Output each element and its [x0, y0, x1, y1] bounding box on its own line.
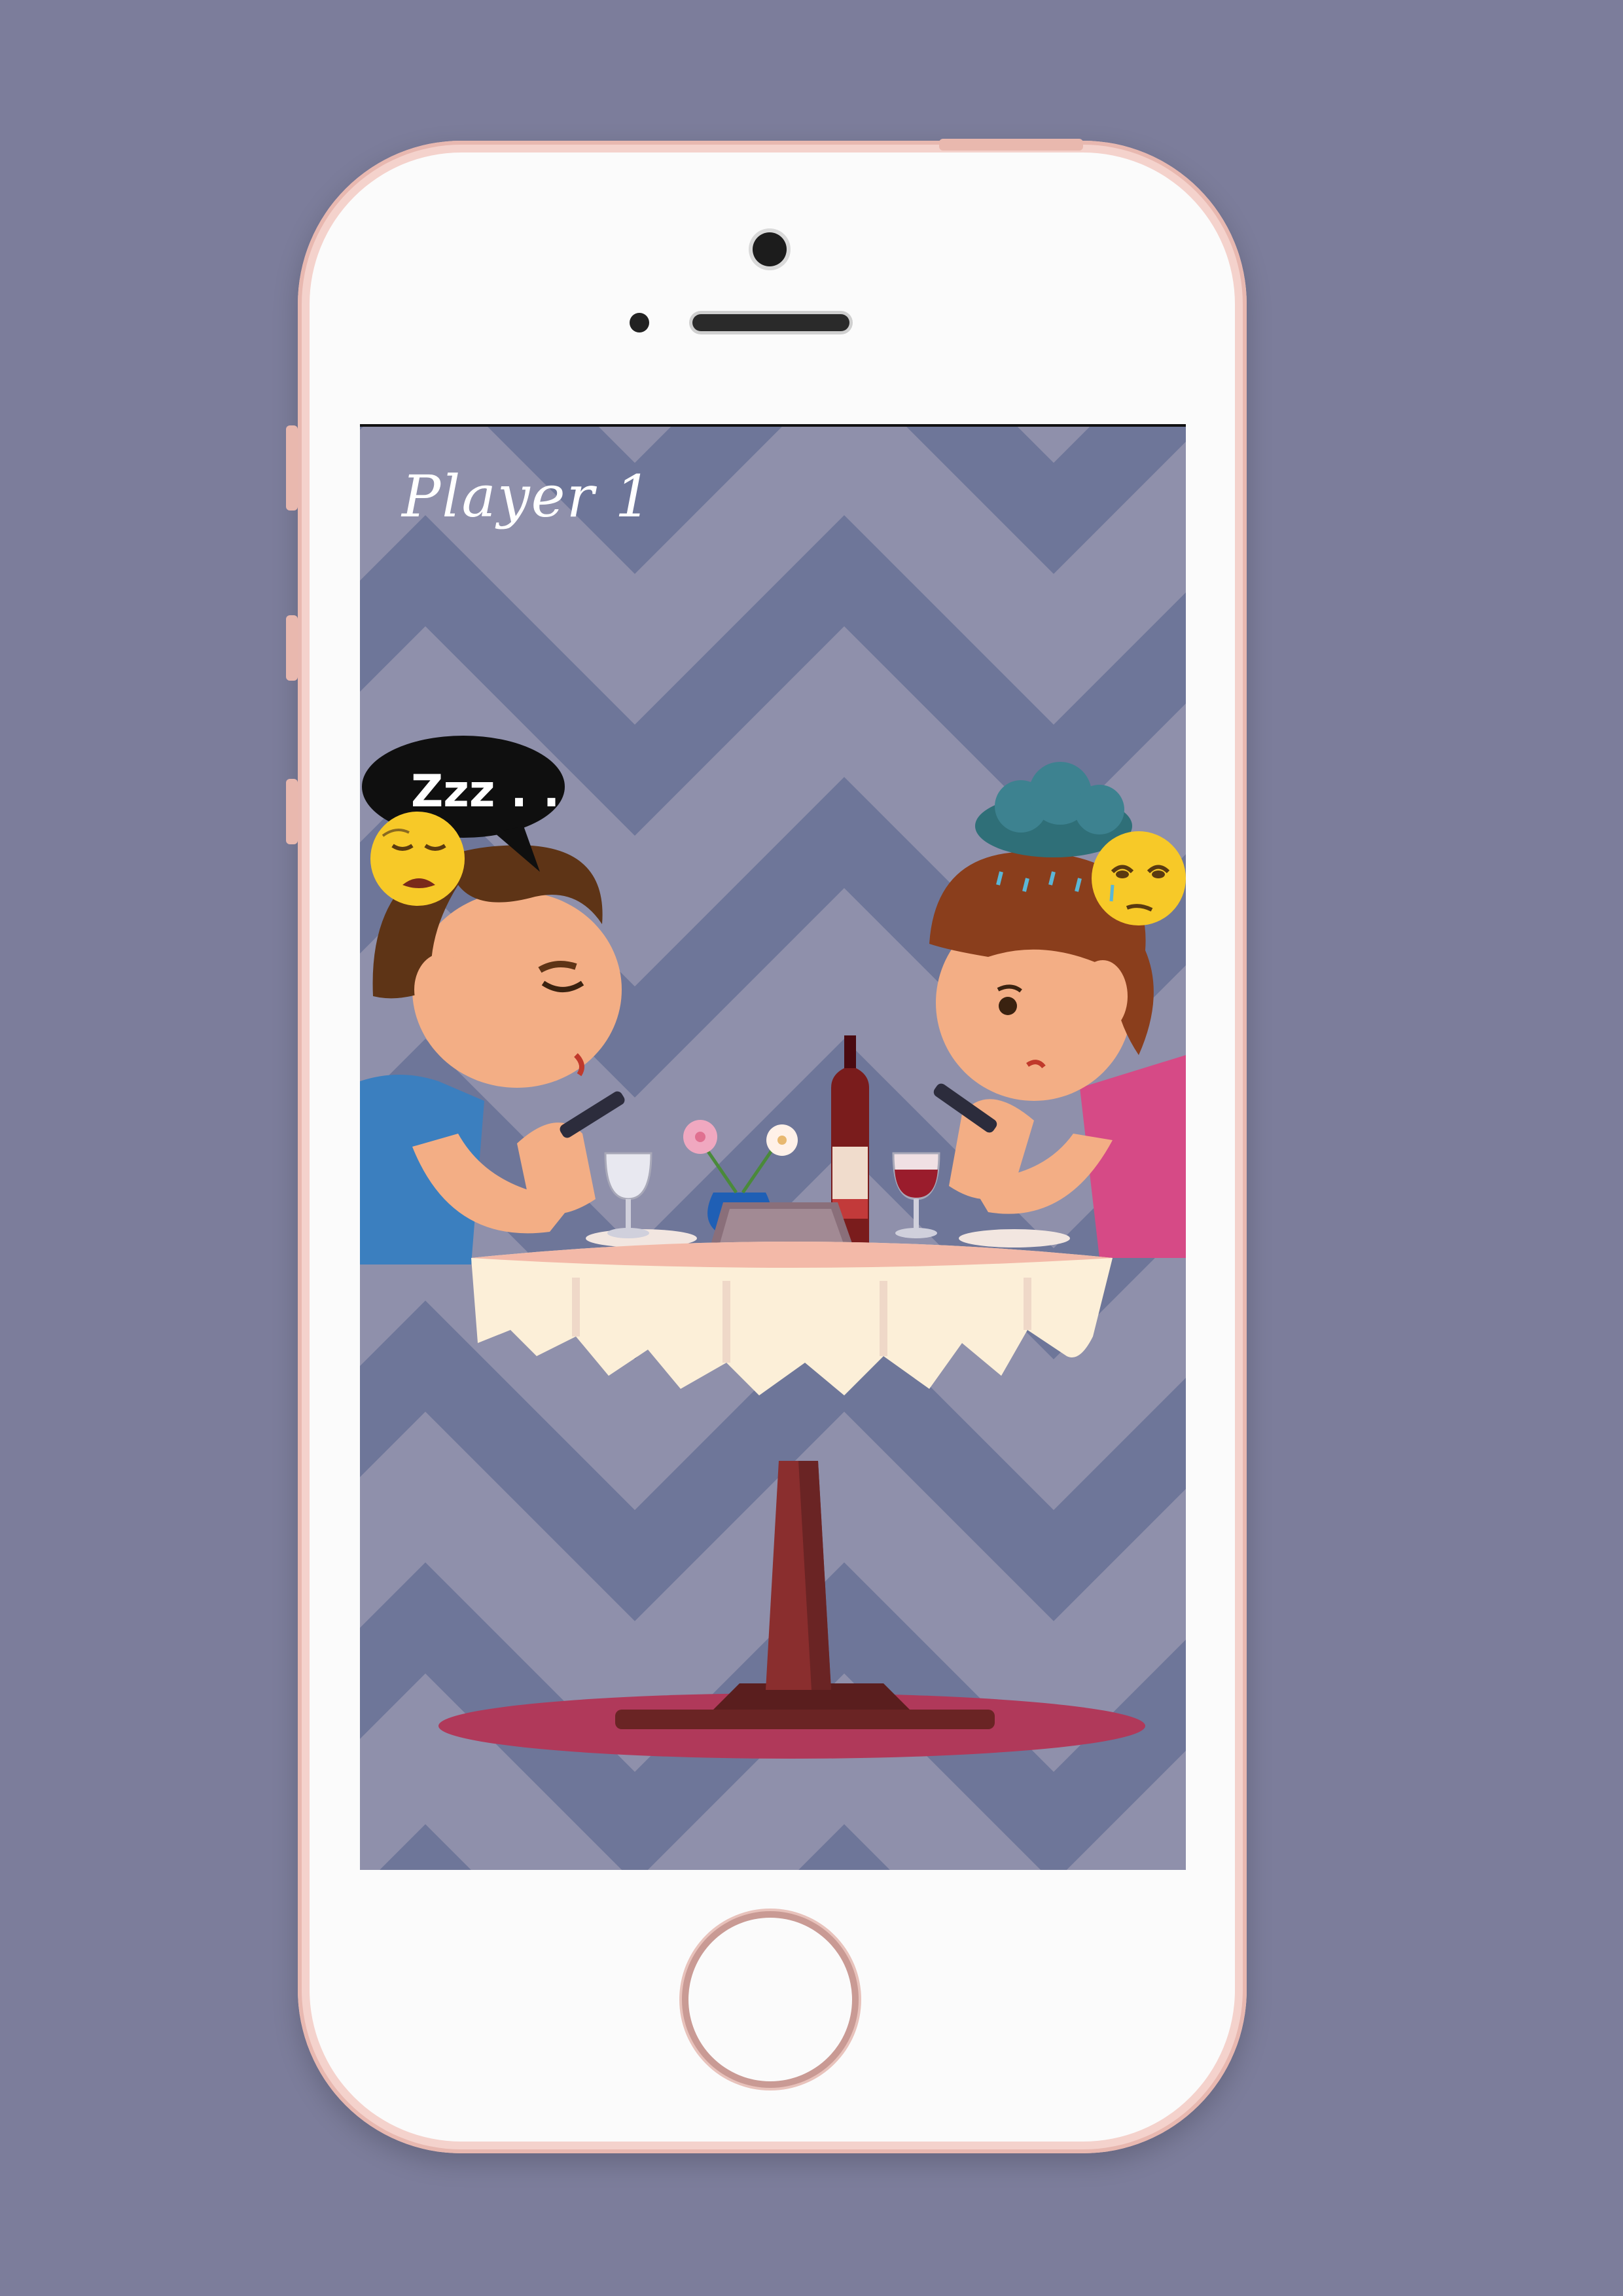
game-screen[interactable]: Player 1 Zzz . .	[360, 427, 1186, 1870]
volume-down-button	[286, 779, 298, 844]
volume-up-button	[286, 615, 298, 681]
power-button	[939, 139, 1083, 151]
mute-switch	[286, 425, 298, 511]
earpiece-speaker	[692, 314, 849, 331]
boy-character	[360, 845, 625, 1265]
proximity-sensor	[630, 313, 649, 332]
speech-bubble-text: Zzz . .	[411, 766, 560, 817]
dinner-scene: Zzz . .	[360, 736, 1186, 1759]
tablecloth	[471, 1242, 1113, 1395]
front-camera	[753, 232, 787, 266]
sad-face-icon	[1092, 831, 1186, 925]
home-button[interactable]	[688, 1918, 852, 2081]
sleepy-face-icon	[370, 812, 465, 906]
table-pedestal	[615, 1461, 995, 1729]
